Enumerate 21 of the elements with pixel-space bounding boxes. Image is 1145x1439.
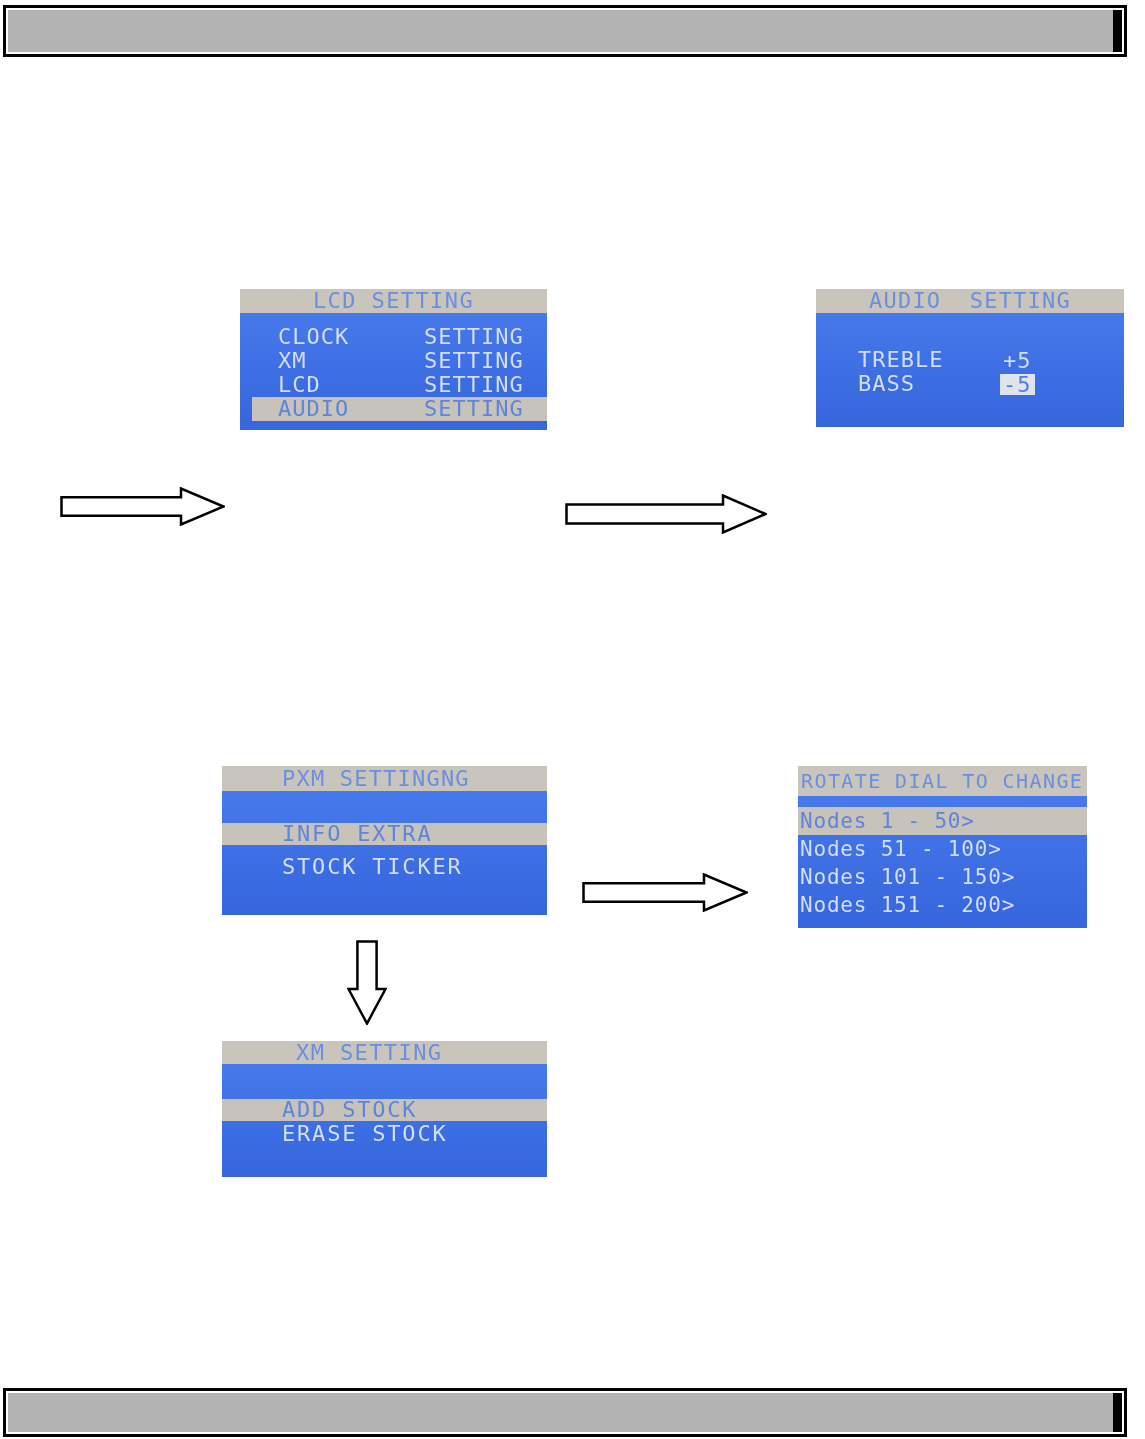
menu-item[interactable]: ERASE STOCK xyxy=(282,1123,448,1145)
screen-title: XM SETTING xyxy=(222,1041,547,1064)
menu-item[interactable]: XM SETTING xyxy=(278,349,524,373)
menu-item[interactable]: STOCK TICKER xyxy=(282,856,463,878)
menu-item[interactable]: Nodes 51 - 100> xyxy=(800,835,1002,863)
setting-label: BASS xyxy=(858,372,916,396)
menu-item[interactable]: INFO EXTRA xyxy=(222,823,547,845)
screen-title: AUDIO SETTING xyxy=(816,289,1124,313)
menu-item[interactable]: Nodes 151 - 200> xyxy=(800,891,1016,919)
setting-value[interactable]: -5 xyxy=(1000,373,1035,395)
menu-item[interactable]: Nodes 101 - 150> xyxy=(800,863,1016,891)
screen-title: LCD SETTING xyxy=(240,289,547,313)
menu-item[interactable]: Nodes 1 - 50> xyxy=(798,807,1087,835)
menu-item[interactable]: AUDIO SETTING xyxy=(252,397,547,421)
setting-label: TREBLE xyxy=(858,348,945,372)
menu-item[interactable]: CLOCK SETTING xyxy=(278,325,524,349)
menu-item[interactable]: ADD STOCK xyxy=(222,1099,547,1121)
screen-title: ROTATE DIAL TO CHANGE xyxy=(798,766,1087,796)
screen-title: PXM SETTINGNG xyxy=(222,766,547,791)
menu-item[interactable]: LCD SETTING xyxy=(278,373,524,397)
setting-value[interactable]: +5 xyxy=(1000,349,1035,371)
